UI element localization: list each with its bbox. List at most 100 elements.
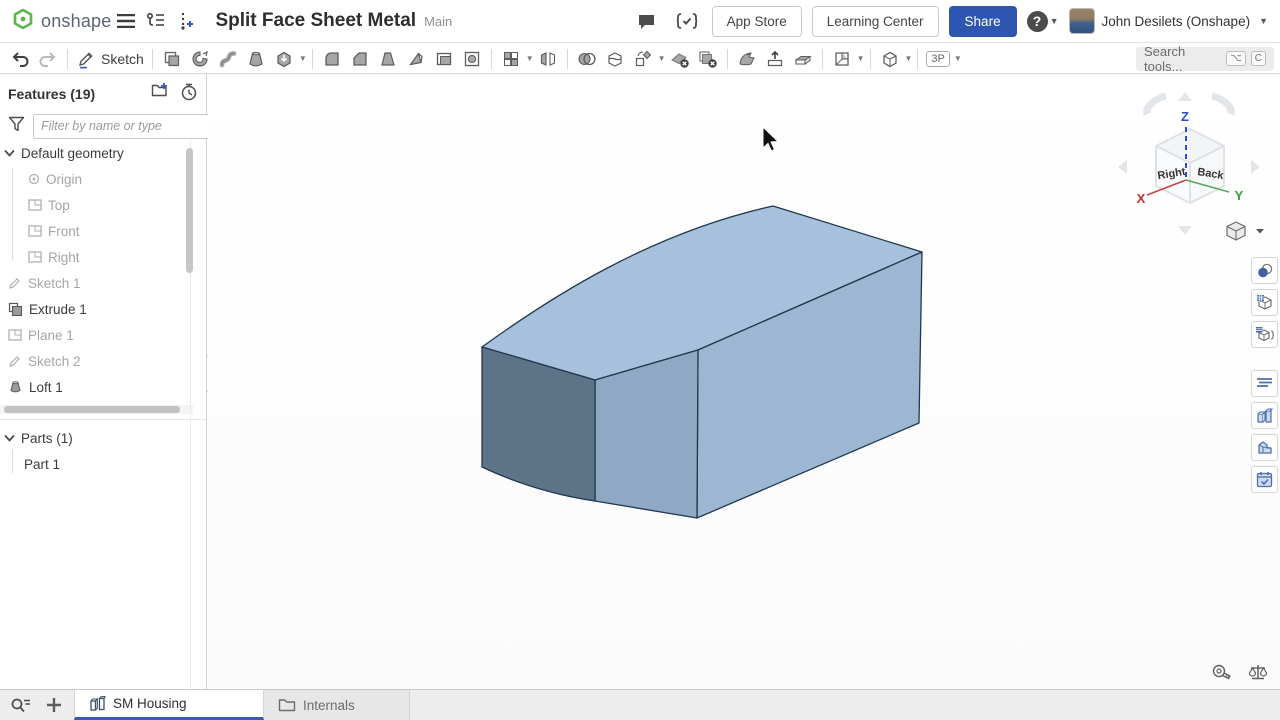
- parts-group-header[interactable]: Parts (1): [0, 425, 206, 451]
- tree-item-label: Loft 1: [29, 380, 63, 395]
- toolbar-separator: [727, 49, 728, 69]
- undo-button[interactable]: [6, 46, 34, 72]
- named-views-dropdown-chevron[interactable]: ▼: [954, 54, 962, 63]
- user-menu[interactable]: John Desilets (Onshape) ▼: [1069, 8, 1269, 34]
- tree-item-loft-1[interactable]: Loft 1: [0, 374, 192, 400]
- features-panel: Features (19) Default geometry: [0, 74, 207, 689]
- vertical-scrollbar[interactable]: [186, 148, 193, 273]
- parts-section: Parts (1) Part 1: [0, 425, 206, 477]
- measure-tape-icon[interactable]: [1209, 661, 1233, 683]
- thicken-dropdown-chevron[interactable]: ▼: [299, 54, 307, 63]
- tree-item-plane-1[interactable]: Plane 1: [0, 322, 192, 348]
- plane-dropdown-chevron[interactable]: ▼: [857, 54, 865, 63]
- sketch-button[interactable]: Sketch: [73, 46, 147, 72]
- revolve-icon[interactable]: [186, 46, 214, 72]
- feature-toolbar: Sketch ▼: [0, 44, 1280, 74]
- mass-properties-scale-icon[interactable]: [1246, 661, 1270, 683]
- parts-list-icon[interactable]: [1251, 402, 1278, 429]
- tab-manager-icon[interactable]: [6, 693, 34, 717]
- horizontal-scrollbar[interactable]: [0, 405, 193, 414]
- onshape-logo[interactable]: onshape: [12, 8, 111, 35]
- tree-item-top-plane[interactable]: Top: [0, 192, 192, 218]
- chamfer-icon[interactable]: [346, 46, 374, 72]
- tree-item-front-plane[interactable]: Front: [0, 218, 192, 244]
- app-store-button[interactable]: App Store: [712, 6, 802, 37]
- shell-icon[interactable]: [430, 46, 458, 72]
- tree-group-default-geometry[interactable]: Default geometry: [0, 140, 192, 166]
- help-menu[interactable]: ? ▼: [1027, 11, 1059, 32]
- configurations-cube-icon[interactable]: [1251, 321, 1278, 348]
- tree-item-part-1[interactable]: Part 1: [0, 451, 206, 477]
- hole-icon[interactable]: [458, 46, 486, 72]
- extrude-icon[interactable]: [158, 46, 186, 72]
- extrude-icon: [8, 302, 23, 317]
- tree-item-origin[interactable]: Origin: [0, 166, 192, 192]
- tab-label: SM Housing: [113, 696, 187, 711]
- versions-history-icon[interactable]: [141, 6, 171, 36]
- sketch-icon: [8, 354, 22, 368]
- tree-item-sketch-1[interactable]: Sketch 1: [0, 270, 192, 296]
- comments-list-icon[interactable]: [1251, 370, 1278, 397]
- view-mode-selector[interactable]: [1227, 222, 1264, 240]
- plane-tool-icon[interactable]: [828, 46, 856, 72]
- flatten-icon[interactable]: [789, 46, 817, 72]
- fillet-icon[interactable]: [318, 46, 346, 72]
- section-view-icon[interactable]: [876, 46, 904, 72]
- toolbar-separator: [152, 49, 153, 69]
- thicken-icon[interactable]: [270, 46, 298, 72]
- delete-part-icon[interactable]: [694, 46, 722, 72]
- user-avatar: [1069, 8, 1095, 34]
- tab-sm-housing[interactable]: SM Housing: [74, 690, 264, 720]
- delete-face-icon[interactable]: [666, 46, 694, 72]
- plane-icon: [8, 329, 22, 341]
- view-cube[interactable]: Right Back Z X Y: [1118, 92, 1260, 235]
- tab-internals[interactable]: Internals: [264, 690, 410, 720]
- feature-script-check-icon[interactable]: [672, 6, 702, 36]
- display-states-cube-icon[interactable]: [1251, 289, 1278, 316]
- part-geometry-icon[interactable]: [1251, 434, 1278, 461]
- pattern-dropdown-chevron[interactable]: ▼: [526, 54, 534, 63]
- add-tab-icon[interactable]: [40, 693, 68, 717]
- loft-icon[interactable]: [242, 46, 270, 72]
- transform-icon[interactable]: [629, 46, 657, 72]
- tree-item-sketch-2[interactable]: Sketch 2: [0, 348, 192, 374]
- tree-item-label: Front: [48, 224, 80, 239]
- split-icon[interactable]: [601, 46, 629, 72]
- chevron-down-icon: [1256, 229, 1264, 234]
- rail-gap: [1251, 353, 1278, 365]
- tree-item-label: Plane 1: [28, 328, 74, 343]
- sheet-metal-bend-icon[interactable]: [761, 46, 789, 72]
- share-button[interactable]: Share: [949, 6, 1017, 37]
- rib-icon[interactable]: [402, 46, 430, 72]
- linear-pattern-icon[interactable]: [497, 46, 525, 72]
- boolean-icon[interactable]: [573, 46, 601, 72]
- comment-icon[interactable]: [632, 6, 662, 36]
- mouse-cursor: [763, 127, 778, 151]
- create-folder-icon[interactable]: [151, 82, 170, 106]
- search-tools-box[interactable]: Search tools... ⌥ C: [1136, 47, 1274, 71]
- tree-item-extrude-1[interactable]: Extrude 1: [0, 296, 192, 322]
- appearance-panel-icon[interactable]: [1251, 257, 1278, 284]
- named-views-button[interactable]: 3P: [923, 46, 952, 72]
- filter-funnel-icon[interactable]: [8, 116, 25, 137]
- hamburger-menu-icon[interactable]: [111, 6, 141, 36]
- model-canvas[interactable]: Right Back Z X Y: [208, 74, 1280, 689]
- create-branch-icon[interactable]: [171, 6, 201, 36]
- tree-item-right-plane[interactable]: Right: [0, 244, 192, 270]
- workspace-name[interactable]: Main: [424, 14, 452, 29]
- filter-input[interactable]: [33, 114, 212, 139]
- transform-dropdown-chevron[interactable]: ▼: [658, 54, 666, 63]
- draft-icon[interactable]: [374, 46, 402, 72]
- rollback-history-icon[interactable]: [180, 82, 198, 106]
- learning-center-button[interactable]: Learning Center: [812, 6, 939, 37]
- section-dropdown-chevron[interactable]: ▼: [905, 54, 913, 63]
- part-front-middle-face: [595, 350, 698, 518]
- redo-button[interactable]: [34, 46, 62, 72]
- versions-calendar-check-icon[interactable]: [1251, 466, 1278, 493]
- plane-icon: [28, 225, 42, 237]
- sweep-icon[interactable]: [214, 46, 242, 72]
- x-axis-label: X: [1137, 191, 1146, 206]
- move-face-icon[interactable]: [733, 46, 761, 72]
- parts-section-title: Parts (1): [21, 431, 73, 446]
- mirror-icon[interactable]: [534, 46, 562, 72]
